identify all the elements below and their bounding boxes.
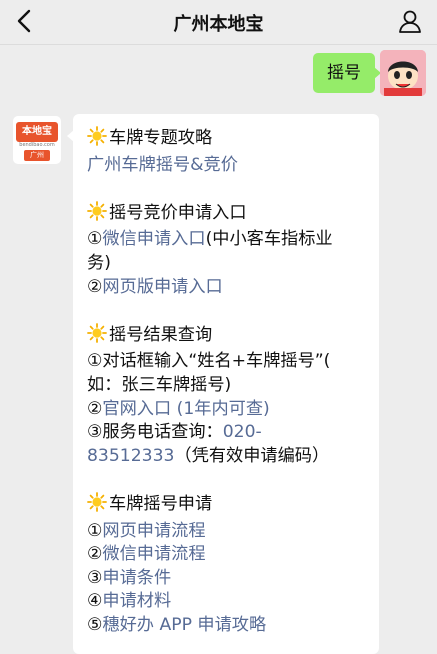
item-number: ④ [87, 591, 103, 612]
link-wechat-process[interactable]: 微信申请流程 [102, 544, 205, 564]
item-text: 如：张三车牌摇号) [87, 374, 232, 395]
item-number: ③ [87, 567, 103, 588]
person-icon[interactable] [397, 8, 423, 34]
user-avatar[interactable] [380, 50, 426, 96]
bot-message-content: 车牌专题攻略 广州车牌摇号&竞价 摇号竞价申请入口 ①微信申请入口(中小客车指标… [87, 126, 377, 637]
section-title: 车牌摇号申请 [109, 493, 213, 514]
item-number: ② [87, 276, 103, 297]
phone-link[interactable]: 83512333 [87, 446, 174, 466]
item-text: (中小客车指标业 [205, 229, 333, 250]
section-title: 车牌专题攻略 [109, 128, 213, 148]
bot-avatar[interactable]: 本地宝 bendibao.com 广州 [13, 116, 61, 164]
link-conditions[interactable]: 申请条件 [102, 568, 171, 588]
item-number: ⑤ [87, 614, 103, 635]
link-app-guide[interactable]: 穗好办 APP 申请攻略 [102, 615, 266, 635]
link-materials[interactable]: 申请材料 [102, 591, 171, 611]
item-number: ① [87, 520, 103, 541]
item-text: （凭有效申请编码） [174, 445, 330, 466]
section-title: 摇号竞价申请入口 [109, 202, 247, 223]
phone-link[interactable]: 020- [223, 422, 262, 442]
sun-icon [87, 200, 109, 229]
sun-icon [87, 322, 109, 351]
logo-city: 广州 [24, 150, 50, 161]
section-title-row: 车牌专题攻略 [87, 126, 377, 154]
top-bar: 广州本地宝 [0, 0, 437, 45]
sun-icon [87, 126, 109, 154]
section-title-row: 车牌摇号申请 [87, 492, 377, 520]
item-number: ② [87, 398, 103, 419]
link-license-plate-lottery[interactable]: 广州车牌摇号&竞价 [87, 155, 238, 175]
link-official-site[interactable]: 官网入口 (1年内可查) [102, 399, 269, 419]
section-title-row: 摇号结果查询 [87, 322, 377, 351]
link-web-apply[interactable]: 网页版申请入口 [102, 277, 222, 297]
sun-icon [87, 492, 109, 520]
link-wechat-apply[interactable]: 微信申请入口 [102, 229, 205, 249]
section-title: 摇号结果查询 [109, 324, 213, 345]
user-message-bubble[interactable]: 摇号 [313, 53, 381, 93]
section-title-row: 摇号竞价申请入口 [87, 200, 377, 229]
item-number: ① [87, 229, 103, 250]
user-message-text: 摇号 [327, 63, 361, 83]
item-text: ③服务电话查询： [87, 422, 223, 443]
item-number: ② [87, 544, 103, 565]
cartoon-avatar-icon [380, 50, 426, 96]
item-text: ①对话框输入“姓名+车牌摇号”( [87, 351, 331, 372]
item-text: 务) [87, 252, 111, 273]
bot-message-bubble[interactable]: 车牌专题攻略 广州车牌摇号&竞价 摇号竞价申请入口 ①微信申请入口(中小客车指标… [67, 114, 379, 654]
chat-title: 广州本地宝 [173, 14, 264, 35]
logo-site: bendibao.com [19, 142, 55, 148]
logo-brand: 本地宝 [16, 122, 58, 142]
link-web-process[interactable]: 网页申请流程 [102, 521, 205, 541]
